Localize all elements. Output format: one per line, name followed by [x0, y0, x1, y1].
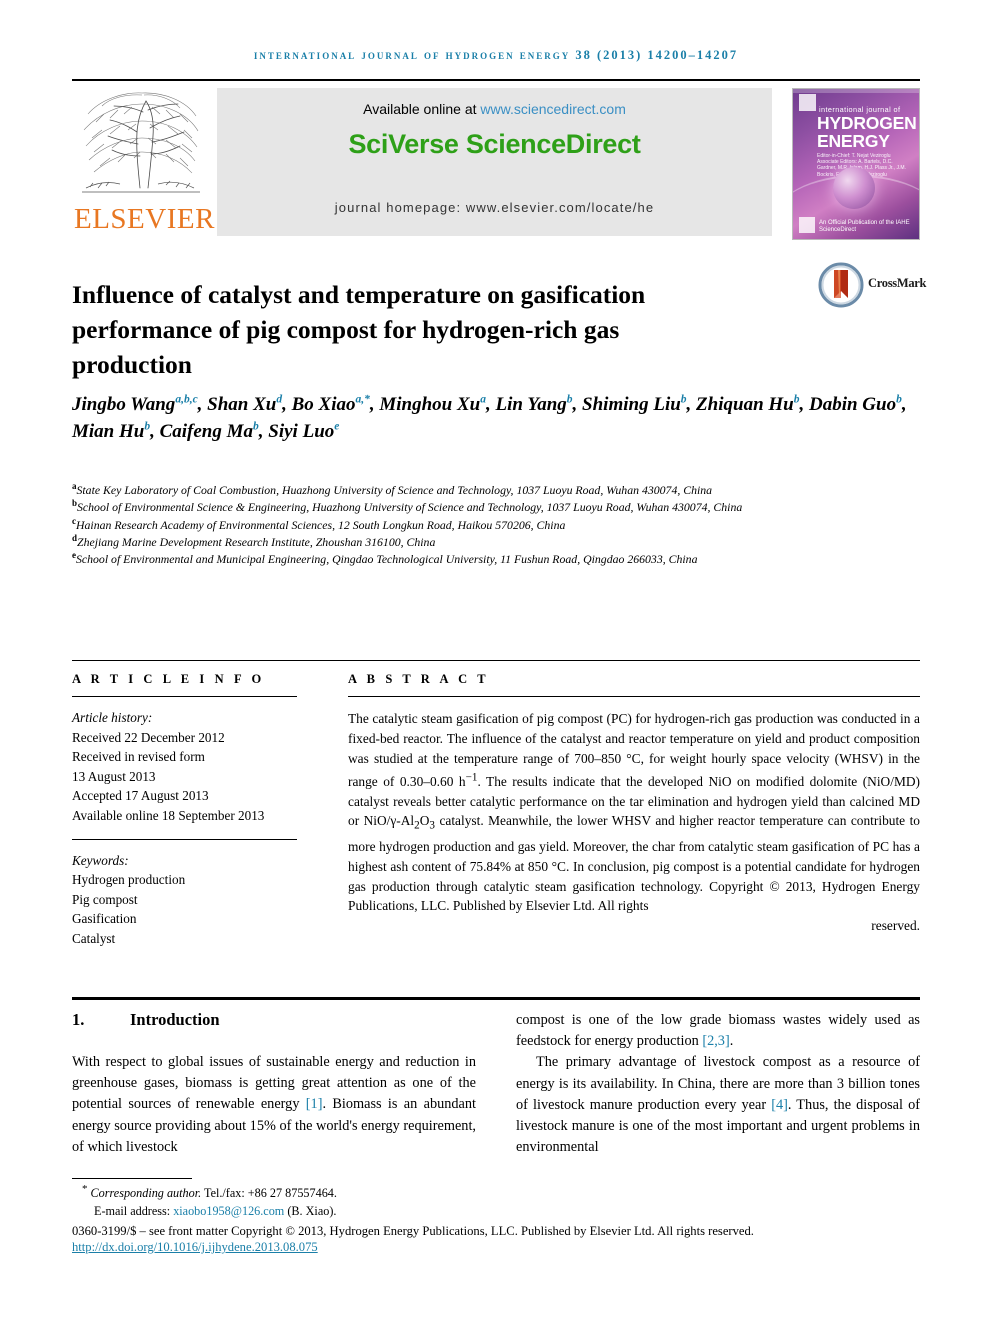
keyword-item: Pig compost: [72, 891, 138, 907]
article-history-block: Article history: Received 22 December 20…: [72, 708, 297, 826]
cover-orb-graphic: [833, 167, 875, 209]
header-divider: [72, 79, 920, 81]
issn-copyright-line: 0360-3199/$ – see front matter Copyright…: [72, 1224, 754, 1238]
body-column-left: 1. Introduction With respect to global is…: [72, 1010, 476, 1158]
article-info-heading: A R T I C L E I N F O: [72, 672, 265, 686]
running-head-text: International Journal of Hydrogen Energy…: [253, 48, 739, 62]
body-section-divider: [72, 997, 920, 1000]
article-history-label: Article history:: [72, 710, 153, 725]
sciencedirect-link[interactable]: www.sciencedirect.com: [480, 101, 626, 117]
journal-homepage-line[interactable]: journal homepage: www.elsevier.com/locat…: [217, 200, 772, 215]
section-heading-introduction: 1. Introduction: [72, 1010, 476, 1030]
footnote-block: * Corresponding author. Tel./fax: +86 27…: [72, 1182, 920, 1221]
abstract-copyright-tail: reserved.: [871, 918, 920, 934]
email-suffix: (B. Xiao).: [284, 1203, 337, 1218]
available-online-prefix: Available online at: [363, 101, 481, 117]
journal-article-page: International Journal of Hydrogen Energy…: [0, 0, 992, 1323]
section-number: 1.: [72, 1010, 85, 1029]
journal-cover-thumbnail: international journal of HYDROGEN ENERGY…: [792, 88, 920, 240]
article-info-rule: [72, 696, 297, 697]
abstract-body: The catalytic steam gasification of pig …: [348, 711, 920, 894]
intro-paragraph-1-cont: compost is one of the low grade biomass …: [516, 1012, 920, 1050]
history-accepted: Accepted 17 August 2013: [72, 788, 209, 804]
affiliation-text-e: School of Environmental and Municipal En…: [76, 552, 698, 567]
abstract-heading: A B S T R A C T: [348, 672, 490, 686]
cover-title-line2: ENERGY: [817, 131, 890, 151]
keywords-label: Keywords:: [72, 852, 129, 868]
history-available-online: Available online 18 September 2013: [72, 807, 265, 823]
author-list: Jingbo Wanga,b,c, Shan Xud, Bo Xiaoa,*, …: [72, 393, 907, 442]
footnote-rule: [72, 1178, 192, 1179]
cover-title-line1: HYDROGEN: [817, 113, 917, 133]
abstract-text: The catalytic steam gasification of pig …: [348, 709, 920, 936]
elsevier-wordmark: ELSEVIER: [74, 203, 215, 235]
email-link[interactable]: xiaobo1958@126.com: [173, 1204, 284, 1218]
affiliation-text-b: School of Environmental Science & Engine…: [77, 500, 743, 515]
running-head: International Journal of Hydrogen Energy…: [72, 48, 920, 63]
corresponding-author-note: * Corresponding author. Tel./fax: +86 27…: [82, 1182, 337, 1200]
crossmark-label: CrossMark: [868, 276, 927, 290]
history-received: Received 22 December 2012: [72, 729, 225, 745]
email-note: E-mail address: xiaobo1958@126.com (B. X…: [72, 1203, 920, 1221]
affiliation-d: dZhejiang Marine Development Research In…: [72, 533, 862, 551]
page-title: Influence of catalyst and temperature on…: [72, 280, 646, 380]
keyword-item: Gasification: [72, 911, 137, 927]
sciencedirect-banner: Available online at www.sciencedirect.co…: [217, 88, 772, 236]
keywords-rule: [72, 838, 297, 840]
article-info-column: A R T I C L E I N F O Article history: R…: [72, 672, 297, 949]
elsevier-logo: ELSEVIER: [72, 86, 215, 238]
affiliation-list: aState Key Laboratory of Coal Combustion…: [72, 482, 862, 568]
keywords-block: Keywords: Hydrogen production Pig compos…: [72, 851, 297, 949]
cover-top-bar: [793, 89, 919, 93]
available-online-line: Available online at www.sciencedirect.co…: [217, 101, 772, 117]
intro-paragraph-1: With respect to global issues of sustain…: [72, 1054, 477, 1155]
affiliation-text-c: Hainan Research Academy of Environmental…: [76, 517, 566, 532]
sciverse-sciencedirect-logo: SciVerse ScienceDirect: [348, 129, 641, 159]
cover-iahe-mark-icon: [799, 217, 815, 233]
crossmark-icon: [818, 262, 864, 308]
cover-sciencedirect-mark: An Official Publication of the IAHE Scie…: [819, 220, 910, 233]
affiliation-b: bSchool of Environmental Science & Engin…: [72, 499, 862, 516]
crossmark-badge[interactable]: CrossMark: [818, 262, 928, 314]
history-revised-date: 13 August 2013: [72, 768, 156, 784]
abstract-column: A B S T R A C T The catalytic steam gasi…: [348, 672, 920, 936]
info-section-divider: [72, 660, 920, 661]
abstract-rule: [348, 696, 920, 697]
email-label: E-mail address:: [94, 1203, 174, 1218]
masthead: ELSEVIER Available online at www.science…: [72, 86, 920, 240]
affiliation-c: cHainan Research Academy of Environmenta…: [72, 516, 862, 534]
affiliation-a: aState Key Laboratory of Coal Combustion…: [72, 482, 862, 499]
history-revised-form: Received in revised form: [72, 749, 205, 765]
affiliation-e: eSchool of Environmental and Municipal E…: [72, 551, 862, 568]
body-column-right: compost is one of the low grade biomass …: [516, 1010, 920, 1158]
doi-link[interactable]: http://dx.doi.org/10.1016/j.ijhydene.201…: [72, 1240, 318, 1255]
intro-paragraph-2: The primary advantage of livestock compo…: [516, 1054, 920, 1156]
keyword-item: Hydrogen production: [72, 872, 186, 888]
elsevier-tree-icon: [80, 88, 202, 202]
affiliation-text-d: Zhejiang Marine Development Research Ins…: [77, 534, 436, 549]
section-title: Introduction: [130, 1010, 220, 1029]
affiliation-text-a: State Key Laboratory of Coal Combustion,…: [76, 483, 713, 497]
keyword-item: Catalyst: [72, 930, 116, 946]
cover-elsevier-mark-icon: [799, 94, 816, 111]
